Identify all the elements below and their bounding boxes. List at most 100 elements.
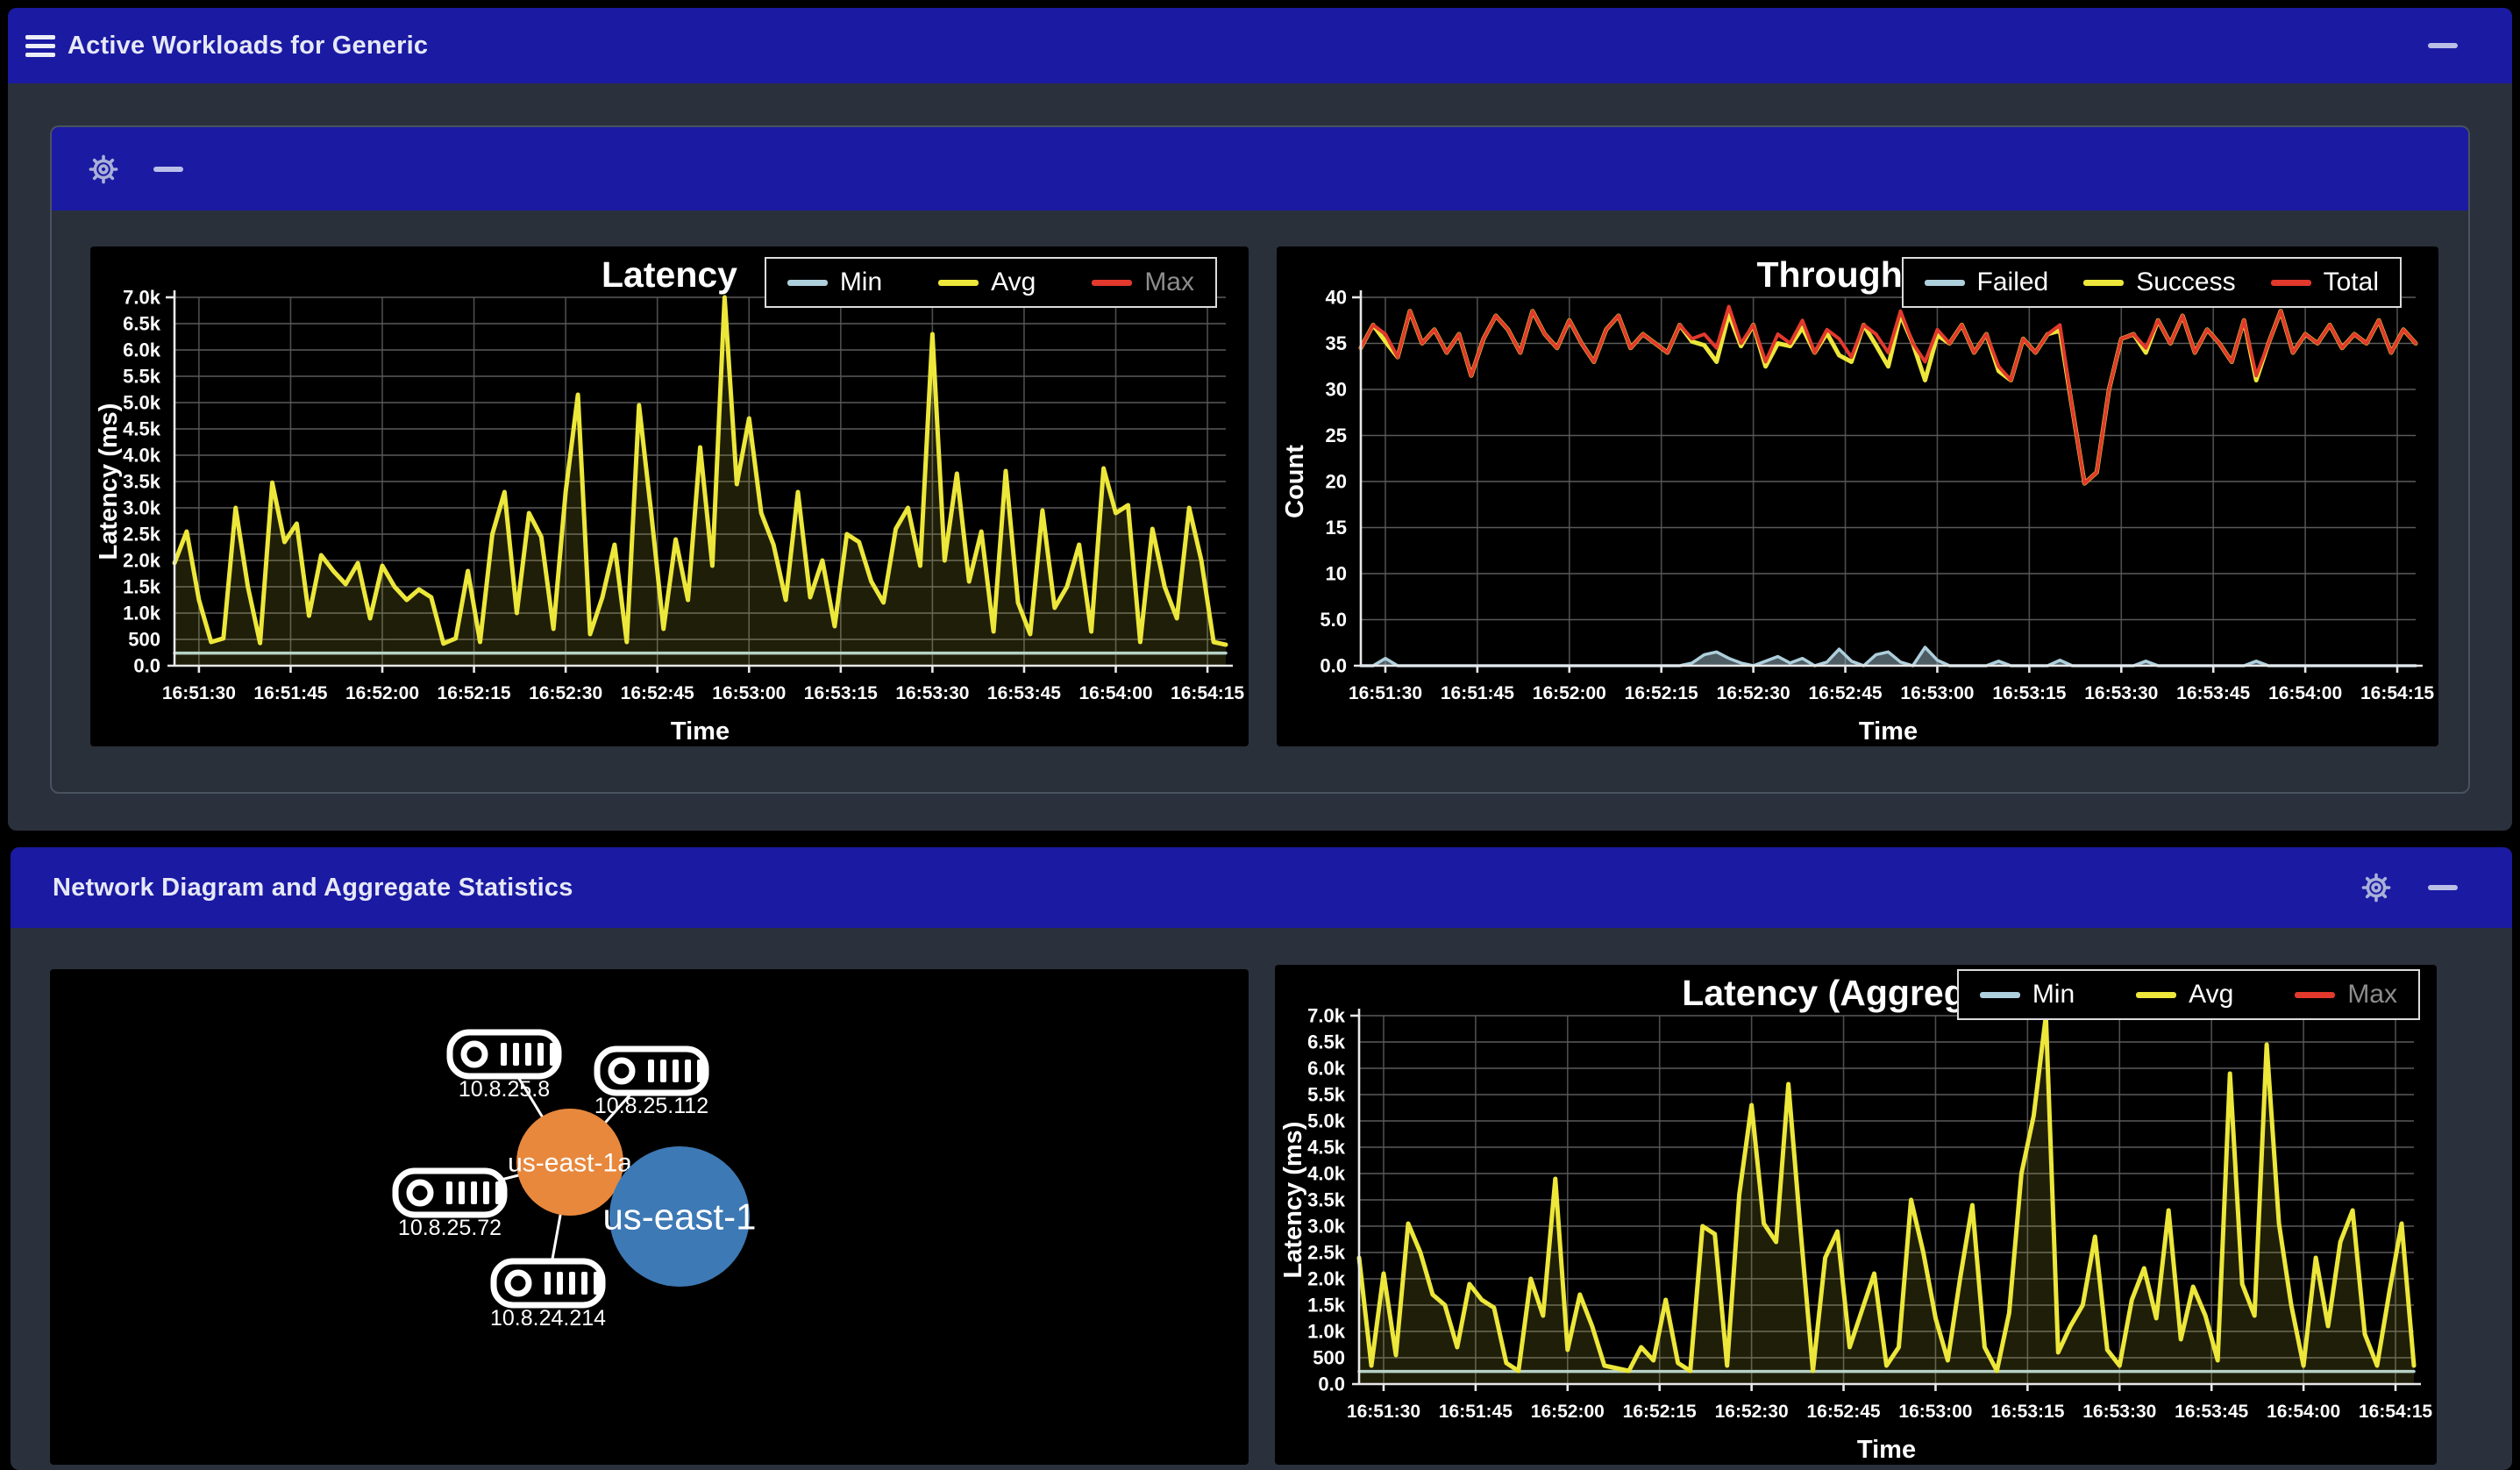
svg-text:4.5k: 4.5k — [1307, 1137, 1346, 1159]
legend-item-avg[interactable]: Avg — [2136, 980, 2233, 1010]
x-axis-label: Time — [1859, 717, 1918, 746]
legend-swatch — [1092, 279, 1133, 286]
svg-text:16:53:45: 16:53:45 — [987, 683, 1061, 703]
legend-label: Avg — [991, 268, 1036, 296]
svg-text:3.0k: 3.0k — [1307, 1216, 1346, 1238]
y-axis-label: Latency (ms) — [95, 403, 123, 560]
server-node-10.8.25.72[interactable]: 10.8.25.72 — [392, 1167, 508, 1240]
gear-icon[interactable] — [85, 151, 122, 188]
svg-text:0.0: 0.0 — [1318, 1374, 1345, 1395]
svg-text:16:54:15: 16:54:15 — [2360, 683, 2434, 703]
legend-swatch — [2295, 991, 2336, 998]
throughput-chart-canvas: 0.05.01015202530354016:51:30 16:51:45 16:5… — [1281, 254, 2434, 746]
gear-icon-glyph — [89, 154, 118, 183]
legend-item-max[interactable]: Max — [1092, 268, 1194, 297]
legend-swatch — [1979, 991, 2020, 998]
x-axis-label: Time — [1857, 1436, 1916, 1464]
legend-item-avg[interactable]: Avg — [938, 268, 1036, 297]
svg-text:16:51:45: 16:51:45 — [1441, 683, 1514, 703]
y-axis-label: Count — [1281, 445, 1309, 518]
legend-item-success[interactable]: Success — [2083, 268, 2236, 297]
svg-text:20: 20 — [1326, 471, 1347, 493]
svg-text:16:53:30: 16:53:30 — [2082, 1402, 2156, 1422]
server-ip-label: 10.8.25.8 — [459, 1077, 550, 1102]
legend-item-failed[interactable]: Failed — [1924, 268, 2049, 297]
y-axis-tick-labels: 0.0 500 1.0k 1.5k 2.0k 2.5k 3.0k 3.5k 4.0k 4.5k 5.… — [123, 287, 161, 677]
server-node-10.8.24.214[interactable]: 10.8.24.214 — [490, 1258, 606, 1331]
zone-node-label: us-east-1a — [508, 1149, 632, 1178]
svg-text:3.5k: 3.5k — [123, 471, 161, 493]
svg-text:16:52:15: 16:52:15 — [438, 683, 511, 703]
server-node-10.8.25.112[interactable]: 10.8.25.112 — [594, 1045, 709, 1118]
svg-text:16:54:15: 16:54:15 — [2359, 1402, 2432, 1422]
svg-text:4.5k: 4.5k — [123, 418, 161, 440]
gear-icon[interactable] — [2358, 869, 2395, 906]
svg-text:16:51:30: 16:51:30 — [1349, 683, 1422, 703]
hamburger-menu-icon[interactable] — [25, 34, 55, 57]
svg-text:16:53:15: 16:53:15 — [1992, 683, 2066, 703]
svg-text:5.5k: 5.5k — [123, 366, 161, 388]
svg-text:16:52:30: 16:52:30 — [529, 683, 602, 703]
svg-text:500: 500 — [128, 629, 160, 651]
server-node-10.8.25.8[interactable]: 10.8.25.8 — [446, 1029, 562, 1102]
svg-text:5.0: 5.0 — [1320, 609, 1347, 631]
region-node-label: us-east-1 — [602, 1196, 756, 1238]
minimize-icon[interactable] — [2428, 885, 2458, 890]
legend-label: Failed — [1976, 268, 2049, 296]
legend-item-total[interactable]: Total — [2270, 268, 2379, 297]
legend-swatch — [938, 279, 979, 286]
svg-text:1.0k: 1.0k — [123, 603, 161, 624]
legend-label: Max — [1144, 268, 1194, 296]
svg-text:2.5k: 2.5k — [123, 524, 161, 546]
legend-item-max[interactable]: Max — [2295, 980, 2397, 1010]
svg-text:16:53:00: 16:53:00 — [1898, 1402, 1972, 1422]
svg-text:3.5k: 3.5k — [1307, 1189, 1346, 1211]
latency-chart: 0.0 500 1.0k 1.5k 2.0k 2.5k 3.0k 3.5k 4.0k 4.5k 5.… — [90, 246, 1249, 746]
x-axis-tick-labels: 16:51:30 16:51:45 16:52:00 16:52:15 16:52:30… — [1347, 1402, 2432, 1422]
svg-text:16:52:30: 16:52:30 — [1717, 683, 1790, 703]
svg-text:6.0k: 6.0k — [123, 339, 161, 361]
legend-item-min[interactable]: Min — [787, 268, 882, 297]
svg-text:16:52:00: 16:52:00 — [345, 683, 419, 703]
svg-text:16:51:30: 16:51:30 — [162, 683, 236, 703]
legend-label: Avg — [2189, 980, 2234, 1009]
throughput-total-line — [1359, 304, 2417, 486]
svg-text:7.0k: 7.0k — [123, 287, 161, 309]
svg-text:5.5k: 5.5k — [1307, 1084, 1346, 1106]
legend-label: Success — [2136, 268, 2236, 296]
minimize-icon[interactable] — [2428, 43, 2458, 48]
minimize-icon[interactable] — [153, 166, 183, 172]
network-statistics-header: Network Diagram and Aggregate Statistics — [11, 847, 2512, 928]
svg-text:30: 30 — [1326, 379, 1347, 401]
legend-swatch — [787, 279, 828, 286]
throughput-legend: Failed Success Total — [1901, 257, 2402, 308]
svg-text:16:53:15: 16:53:15 — [1990, 1402, 2064, 1422]
svg-text:16:54:15: 16:54:15 — [1171, 683, 1244, 703]
svg-text:5.0k: 5.0k — [123, 392, 161, 414]
svg-text:25: 25 — [1326, 425, 1347, 446]
svg-text:1.5k: 1.5k — [1307, 1295, 1346, 1317]
legend-label: Max — [2347, 980, 2397, 1009]
active-workloads-window: Active Workloads for Generic 0.0 500 1.0k 1… — [8, 8, 2512, 831]
network-diagram: 10.8.25.8 10.8.25.112 10.8.25.72 10.8.24.21… — [50, 969, 1249, 1465]
svg-text:16:53:00: 16:53:00 — [712, 683, 786, 703]
legend-swatch — [2083, 279, 2125, 286]
server-ip-label: 10.8.25.112 — [594, 1094, 708, 1118]
legend-item-min[interactable]: Min — [1979, 980, 2075, 1010]
network-diagram-canvas: 10.8.25.8 10.8.25.112 10.8.25.72 10.8.24.21… — [392, 1029, 757, 1331]
legend-swatch — [2270, 279, 2311, 286]
svg-text:16:54:00: 16:54:00 — [2268, 683, 2342, 703]
legend-label: Total — [2323, 268, 2379, 296]
svg-text:16:53:15: 16:53:15 — [804, 683, 878, 703]
svg-text:16:52:45: 16:52:45 — [621, 683, 694, 703]
aggregate-legend: Min Avg Max — [1956, 969, 2420, 1020]
legend-label: Min — [2032, 980, 2075, 1009]
svg-text:16:52:45: 16:52:45 — [1807, 1402, 1881, 1422]
svg-text:16:51:45: 16:51:45 — [1439, 1402, 1513, 1422]
svg-text:16:52:15: 16:52:15 — [1625, 683, 1698, 703]
legend-swatch — [2136, 991, 2177, 998]
latency-legend: Min Avg Max — [764, 257, 1217, 308]
svg-text:16:52:15: 16:52:15 — [1623, 1402, 1697, 1422]
window-title: Network Diagram and Aggregate Statistics — [53, 873, 573, 902]
svg-text:3.0k: 3.0k — [123, 497, 161, 519]
